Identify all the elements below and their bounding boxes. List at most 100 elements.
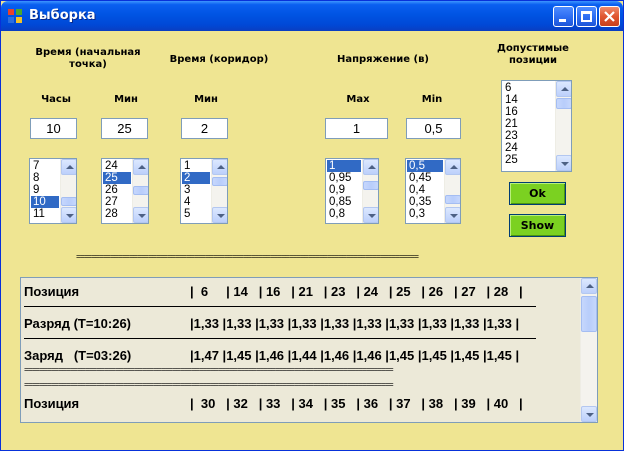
arrow-up-icon [586,284,594,288]
voltage-header: Напряжение (в) [337,54,429,65]
scroll-thumb[interactable] [212,177,227,186]
list-item[interactable]: 0,3 [407,208,443,220]
arrow-down-icon [138,214,146,218]
arrow-up-icon [138,165,146,169]
minutes-scrollbar[interactable] [132,159,148,223]
corridor-minutes-label: Мин [194,94,218,105]
list-item[interactable]: 9 [31,184,59,196]
list-item[interactable]: 3 [182,184,210,196]
scroll-thumb[interactable] [363,181,378,190]
corridor-scrollbar[interactable] [211,159,227,223]
hours-scrollbar[interactable] [60,159,76,223]
list-item[interactable]: 24 [103,160,131,172]
scroll-thumb[interactable] [556,98,571,109]
list-item[interactable]: 1 [327,160,361,172]
discharge-row-label: Разряд (T=10:26) [24,316,132,331]
scroll-up-button[interactable] [581,278,597,294]
scroll-thumb[interactable] [61,197,76,206]
list-item[interactable]: 25 [503,154,554,166]
min-voltage-scrollbar[interactable] [444,159,460,223]
equals-divider: ========================================… [24,383,394,390]
list-item[interactable]: 0,8 [327,208,361,220]
list-item[interactable]: 5 [182,208,210,220]
report-textbox[interactable]: Позиция | 6 | 14 | 16 | 21 | 23 | 24 | 2… [20,277,598,423]
list-item[interactable]: 25 [103,172,131,184]
minimize-button[interactable] [553,6,574,27]
scroll-up-button[interactable] [61,159,76,175]
report-scrollbar[interactable] [580,278,597,422]
scroll-down-button[interactable] [212,207,227,223]
ok-button[interactable]: Ok [509,182,566,205]
equals-divider: ========================================… [24,368,394,375]
scroll-up-button[interactable] [363,159,378,175]
max-voltage-listbox[interactable]: 1 0,95 0,9 0,85 0,8 [325,158,379,224]
arrow-down-icon [368,214,376,218]
scroll-up-button[interactable] [556,81,571,97]
arrow-up-icon [217,165,225,169]
show-button[interactable]: Show [509,214,566,237]
allowed-positions-header: Допустимые позиции [497,43,569,66]
max-voltage-label: Max [346,94,370,105]
charge-row-values: |1,47 |1,45 |1,46 |1,44 |1,46 |1,46 |1,4… [190,348,520,363]
scroll-down-button[interactable] [61,207,76,223]
minutes-input[interactable]: 25 [101,118,148,139]
list-item[interactable]: 1 [182,160,210,172]
position-row-values: | 30 | 32 | 33 | 34 | 35 | 36 | 37 | 38 … [190,396,523,411]
min-voltage-input[interactable]: 0,5 [406,118,461,139]
scroll-down-button[interactable] [133,207,148,223]
position-row-label: Позиция [24,284,80,299]
list-item[interactable]: 21 [503,118,554,130]
scroll-thumb[interactable] [133,186,148,195]
list-item[interactable]: 28 [103,208,131,220]
list-item[interactable]: 16 [503,106,554,118]
list-item[interactable]: 0,85 [327,196,361,208]
list-item[interactable]: 7 [31,160,59,172]
maximize-button[interactable] [576,6,597,27]
corridor-minutes-input[interactable]: 2 [181,118,228,139]
title-bar[interactable]: Выборка [1,1,623,31]
list-item[interactable]: 24 [503,142,554,154]
list-item[interactable]: 27 [103,196,131,208]
positions-scrollbar[interactable] [555,81,571,171]
list-item[interactable]: 0,45 [407,172,443,184]
corridor-listbox[interactable]: 12345 [180,158,228,224]
scroll-down-button[interactable] [445,207,460,223]
scroll-down-button[interactable] [556,155,571,171]
hours-label: Часы [41,94,71,105]
arrow-up-icon [561,87,569,91]
minutes-listbox[interactable]: 24 25 26 27 28 [101,158,149,224]
list-item[interactable]: 0,4 [407,184,443,196]
max-voltage-input[interactable]: 1 [325,118,388,139]
list-item[interactable]: 4 [182,196,210,208]
list-item[interactable]: 11 [31,208,59,220]
scroll-thumb[interactable] [445,195,460,204]
scroll-up-button[interactable] [445,159,460,175]
list-item[interactable]: 2 [182,172,210,184]
arrow-up-icon [66,165,74,169]
list-item[interactable]: 0,95 [327,172,361,184]
arrow-down-icon [450,214,458,218]
list-item[interactable]: 26 [103,184,131,196]
arrow-down-icon [217,214,225,218]
max-voltage-scrollbar[interactable] [362,159,378,223]
hours-input[interactable]: 10 [30,118,77,139]
close-button[interactable] [599,6,620,27]
positions-listbox[interactable]: 6 14 16 21 23 24 25 [501,80,572,172]
scroll-thumb[interactable] [581,296,597,332]
list-item[interactable]: 10 [31,196,59,208]
list-item[interactable]: 8 [31,172,59,184]
list-item[interactable]: 0,5 [407,160,443,172]
list-item[interactable]: 6 [503,82,554,94]
scroll-up-button[interactable] [133,159,148,175]
row-divider [24,306,536,307]
corridor-time-header: Время (коридор) [169,54,269,65]
min-voltage-listbox[interactable]: 0,5 0,45 0,4 0,35 0,3 [405,158,461,224]
scroll-down-button[interactable] [581,406,597,422]
scroll-down-button[interactable] [363,207,378,223]
hours-listbox[interactable]: 7 8 9 10 11 [29,158,77,224]
scroll-up-button[interactable] [212,159,227,175]
list-item[interactable]: 0,9 [327,184,361,196]
list-item[interactable]: 0,35 [407,196,443,208]
list-item[interactable]: 14 [503,94,554,106]
list-item[interactable]: 23 [503,130,554,142]
